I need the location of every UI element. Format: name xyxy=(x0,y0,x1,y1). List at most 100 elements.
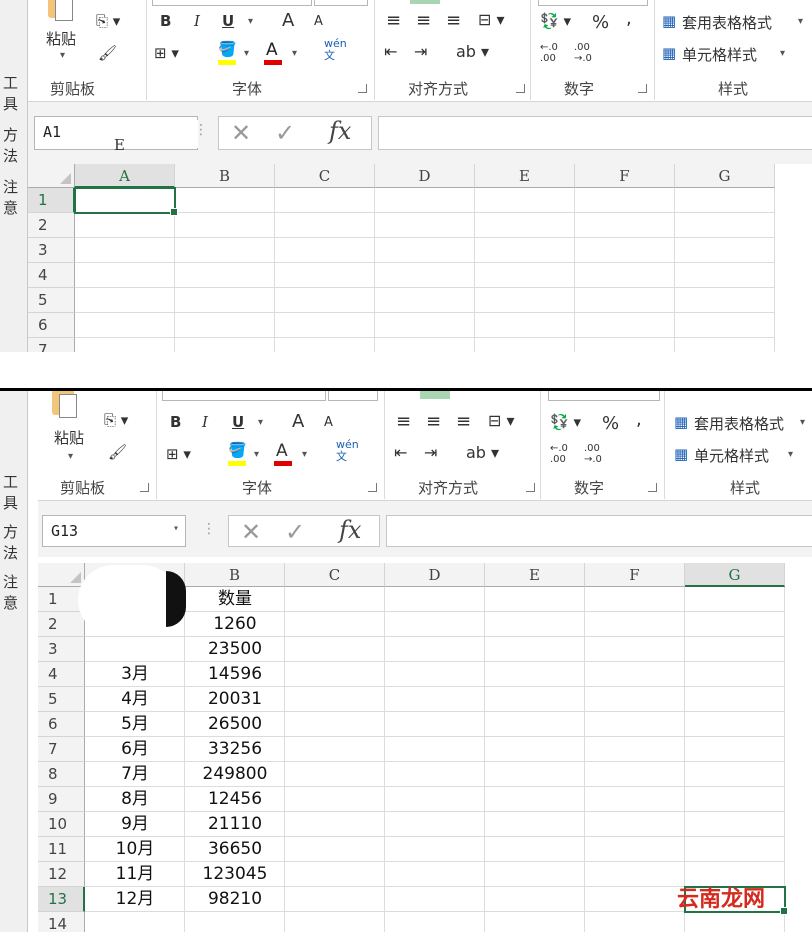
quantity-cell[interactable]: 21110 xyxy=(185,812,285,837)
table-cell[interactable] xyxy=(475,213,575,238)
align-left-icon[interactable]: ≡ xyxy=(386,10,401,31)
decrease-decimal-button[interactable]: .00 →.0 xyxy=(574,42,592,64)
table-cell[interactable] xyxy=(485,662,585,687)
month-cell[interactable]: 3月 xyxy=(85,662,185,687)
table-cell[interactable] xyxy=(275,188,375,213)
chevron-down-icon[interactable]: ▾ xyxy=(68,451,73,462)
chevron-down-icon[interactable]: ▾ xyxy=(258,417,263,428)
active-cell-selection[interactable] xyxy=(74,187,178,216)
table-cell[interactable] xyxy=(685,912,785,932)
table-cell[interactable] xyxy=(385,862,485,887)
chevron-down-icon[interactable]: ▾ xyxy=(60,50,65,61)
percent-button[interactable]: % xyxy=(602,413,619,434)
cell-styles-button[interactable]: 单元格样式 xyxy=(694,445,769,466)
table-cell[interactable] xyxy=(375,313,475,338)
comma-button[interactable]: , xyxy=(626,8,632,29)
align-center-icon[interactable]: ≡ xyxy=(416,10,431,31)
table-cell[interactable] xyxy=(375,338,475,352)
quantity-cell[interactable]: 14596 xyxy=(185,662,285,687)
table-cell[interactable] xyxy=(385,662,485,687)
row-header[interactable]: 5 xyxy=(38,687,85,712)
table-cell[interactable] xyxy=(585,662,685,687)
chevron-down-icon[interactable]: ▾ xyxy=(292,48,297,59)
phonetic-guide-icon[interactable]: wén 文 xyxy=(336,439,359,463)
table-cell[interactable] xyxy=(485,737,585,762)
table-cell[interactable] xyxy=(675,313,775,338)
increase-decimal-button[interactable]: ←.0 .00 xyxy=(550,443,568,465)
alignment-dialog-launcher[interactable] xyxy=(516,84,525,93)
grow-font-button[interactable]: A xyxy=(282,10,294,31)
table-cell[interactable] xyxy=(85,912,185,932)
select-all-corner[interactable] xyxy=(38,563,85,587)
table-cell[interactable] xyxy=(585,737,685,762)
font-size-box[interactable] xyxy=(314,0,368,6)
font-color-icon[interactable]: A xyxy=(276,441,288,461)
formula-input[interactable] xyxy=(378,116,812,150)
font-name-box[interactable] xyxy=(162,391,326,401)
table-cell[interactable] xyxy=(685,687,785,712)
chevron-down-icon[interactable]: ▾ xyxy=(780,48,785,59)
table-cell[interactable] xyxy=(675,188,775,213)
font-size-box[interactable] xyxy=(328,391,378,401)
table-cell[interactable] xyxy=(585,762,685,787)
italic-button[interactable]: I xyxy=(194,12,200,30)
row-header[interactable]: 3 xyxy=(28,238,75,263)
table-cell[interactable] xyxy=(485,687,585,712)
format-as-table-button[interactable]: 套用表格格式 xyxy=(694,413,784,434)
table-cell[interactable] xyxy=(385,912,485,932)
row-header[interactable]: 2 xyxy=(38,612,85,637)
quantity-cell[interactable]: 33256 xyxy=(185,737,285,762)
fill-color-icon[interactable]: 🪣 xyxy=(228,441,247,459)
table-cell[interactable] xyxy=(485,837,585,862)
shrink-font-button[interactable]: A xyxy=(324,415,333,430)
table-cell[interactable] xyxy=(685,712,785,737)
table-cell[interactable] xyxy=(185,912,285,932)
shrink-font-button[interactable]: A xyxy=(314,14,323,29)
name-box[interactable]: G13 ▾ xyxy=(42,515,186,547)
column-header[interactable]: B xyxy=(175,164,275,188)
table-cell[interactable] xyxy=(385,887,485,912)
table-cell[interactable] xyxy=(285,912,385,932)
table-cell[interactable] xyxy=(385,762,485,787)
month-cell[interactable]: 8月 xyxy=(85,787,185,812)
table-cell[interactable] xyxy=(685,737,785,762)
select-all-corner[interactable] xyxy=(28,164,75,188)
chevron-down-icon[interactable]: ▾ xyxy=(248,16,253,27)
format-painter-icon[interactable]: 🖌 xyxy=(108,443,127,461)
table-cell[interactable] xyxy=(285,587,385,612)
column-header[interactable]: F xyxy=(575,164,675,188)
chevron-down-icon[interactable]: ▾ xyxy=(302,449,307,460)
row-header[interactable]: 9 xyxy=(38,787,85,812)
table-cell[interactable] xyxy=(385,637,485,662)
table-cell[interactable] xyxy=(375,263,475,288)
quantity-cell[interactable]: 23500 xyxy=(185,637,285,662)
cell-styles-icon[interactable]: ▦ xyxy=(674,445,688,463)
column-header[interactable]: G xyxy=(685,563,785,587)
format-as-table-icon[interactable]: ▦ xyxy=(674,413,688,431)
table-cell[interactable] xyxy=(675,338,775,352)
underline-button[interactable]: U xyxy=(232,413,244,431)
table-cell[interactable] xyxy=(375,288,475,313)
table-cell[interactable] xyxy=(675,263,775,288)
table-cell[interactable] xyxy=(575,313,675,338)
row-header[interactable]: 2 xyxy=(28,213,75,238)
table-cell[interactable] xyxy=(385,612,485,637)
table-cell[interactable] xyxy=(575,213,675,238)
table-cell[interactable] xyxy=(485,787,585,812)
chevron-down-icon[interactable]: ▾ xyxy=(254,449,259,460)
table-cell[interactable] xyxy=(485,712,585,737)
table-cell[interactable] xyxy=(175,263,275,288)
chevron-down-icon[interactable]: ▾ xyxy=(244,48,249,59)
table-cell[interactable] xyxy=(585,637,685,662)
format-as-table-icon[interactable]: ▦ xyxy=(662,12,676,30)
table-cell[interactable] xyxy=(485,862,585,887)
percent-button[interactable]: % xyxy=(592,12,609,33)
table-cell[interactable] xyxy=(175,213,275,238)
table-cell[interactable] xyxy=(285,637,385,662)
column-header[interactable]: F xyxy=(585,563,685,587)
column-header[interactable]: D xyxy=(375,164,475,188)
orientation-icon[interactable]: ab ▾ xyxy=(456,42,489,61)
italic-button[interactable]: I xyxy=(202,413,208,431)
table-cell[interactable] xyxy=(285,812,385,837)
month-cell[interactable] xyxy=(85,637,185,662)
